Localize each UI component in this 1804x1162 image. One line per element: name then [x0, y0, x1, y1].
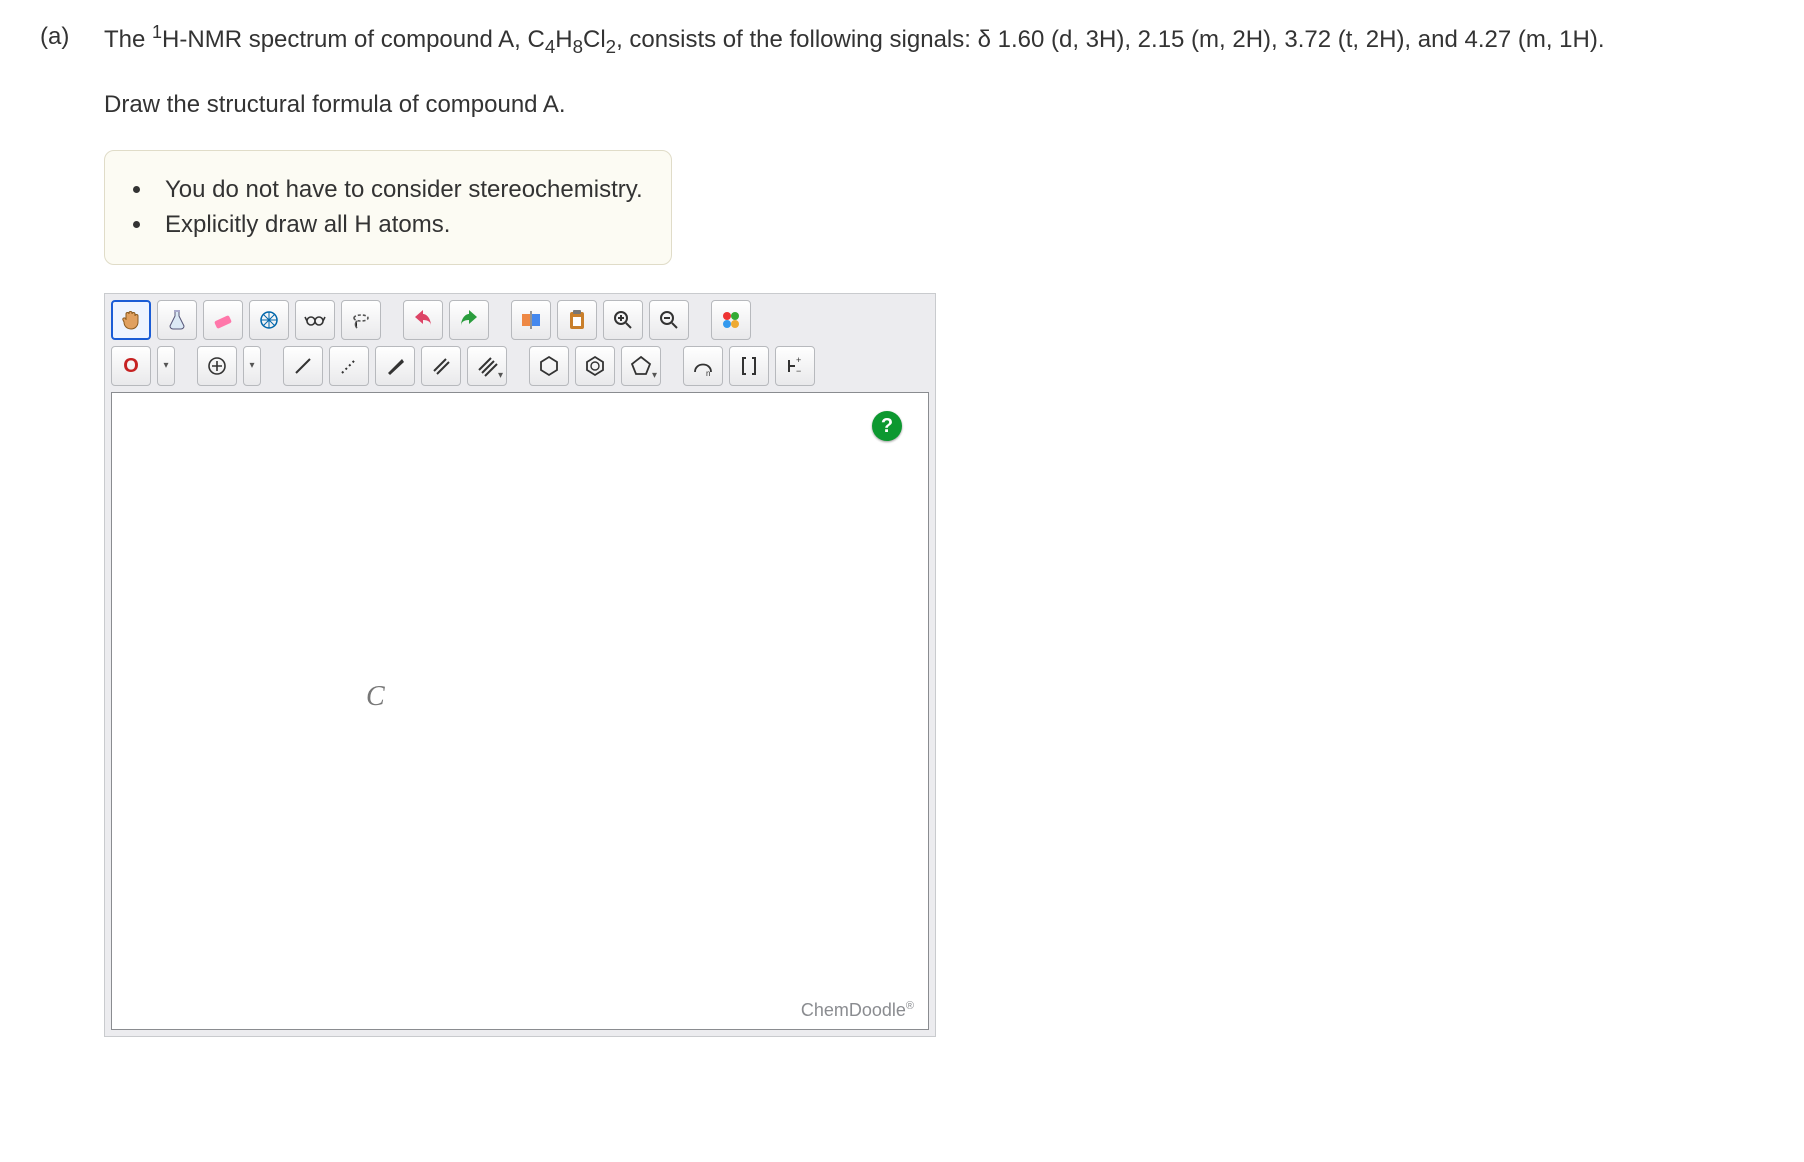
wedge-bond-button[interactable]	[375, 346, 415, 386]
instructions-box: You do not have to consider stereochemis…	[104, 150, 672, 265]
hexagon-button[interactable]	[529, 346, 569, 386]
svg-text:n: n	[706, 369, 710, 378]
chemdoodle-editor: O ▾ ▾ n +−	[104, 293, 936, 1037]
lasso-button[interactable]	[341, 300, 381, 340]
prompt-text: Draw the structural formula of compound …	[104, 88, 1764, 122]
zoom-out-button[interactable]	[649, 300, 689, 340]
drawing-canvas[interactable]: ? C ChemDoodle®	[111, 392, 929, 1030]
canvas-element-label: C	[366, 677, 385, 716]
charge-button[interactable]: +−	[775, 346, 815, 386]
zoom-in-button[interactable]	[603, 300, 643, 340]
question-text: The 1H-NMR spectrum of compound A, C4H8C…	[104, 20, 1764, 60]
undo-button[interactable]	[403, 300, 443, 340]
hand-tool-button[interactable]	[111, 300, 151, 340]
dotted-bond-button[interactable]	[329, 346, 369, 386]
note-item: You do not have to consider stereochemis…	[133, 173, 643, 207]
svg-text:−: −	[796, 366, 801, 376]
part-label: (a)	[40, 20, 80, 1037]
eraser-button[interactable]	[203, 300, 243, 340]
double-bond-button[interactable]	[421, 346, 461, 386]
pentagon-button[interactable]	[621, 346, 661, 386]
svg-text:+: +	[796, 355, 801, 365]
chemdoodle-watermark: ChemDoodle®	[801, 998, 914, 1023]
flip-button[interactable]	[511, 300, 551, 340]
curve-arrow-button[interactable]: n	[683, 346, 723, 386]
toolbar-row-2: O ▾ ▾ n +−	[111, 346, 929, 386]
toolbar-row-1	[111, 300, 929, 340]
note-item: Explicitly draw all H atoms.	[133, 208, 643, 242]
centroid-button[interactable]	[249, 300, 289, 340]
single-bond-button[interactable]	[283, 346, 323, 386]
benzene-button[interactable]	[575, 346, 615, 386]
glasses-button[interactable]	[295, 300, 335, 340]
add-button[interactable]	[197, 346, 237, 386]
paste-button[interactable]	[557, 300, 597, 340]
element-O-button[interactable]: O	[111, 346, 151, 386]
redo-button[interactable]	[449, 300, 489, 340]
bracket-button[interactable]	[729, 346, 769, 386]
help-button[interactable]: ?	[872, 411, 902, 441]
add-dropdown[interactable]: ▾	[243, 346, 261, 386]
colors-button[interactable]	[711, 300, 751, 340]
triple-bond-button[interactable]	[467, 346, 507, 386]
element-dropdown[interactable]: ▾	[157, 346, 175, 386]
flask-button[interactable]	[157, 300, 197, 340]
